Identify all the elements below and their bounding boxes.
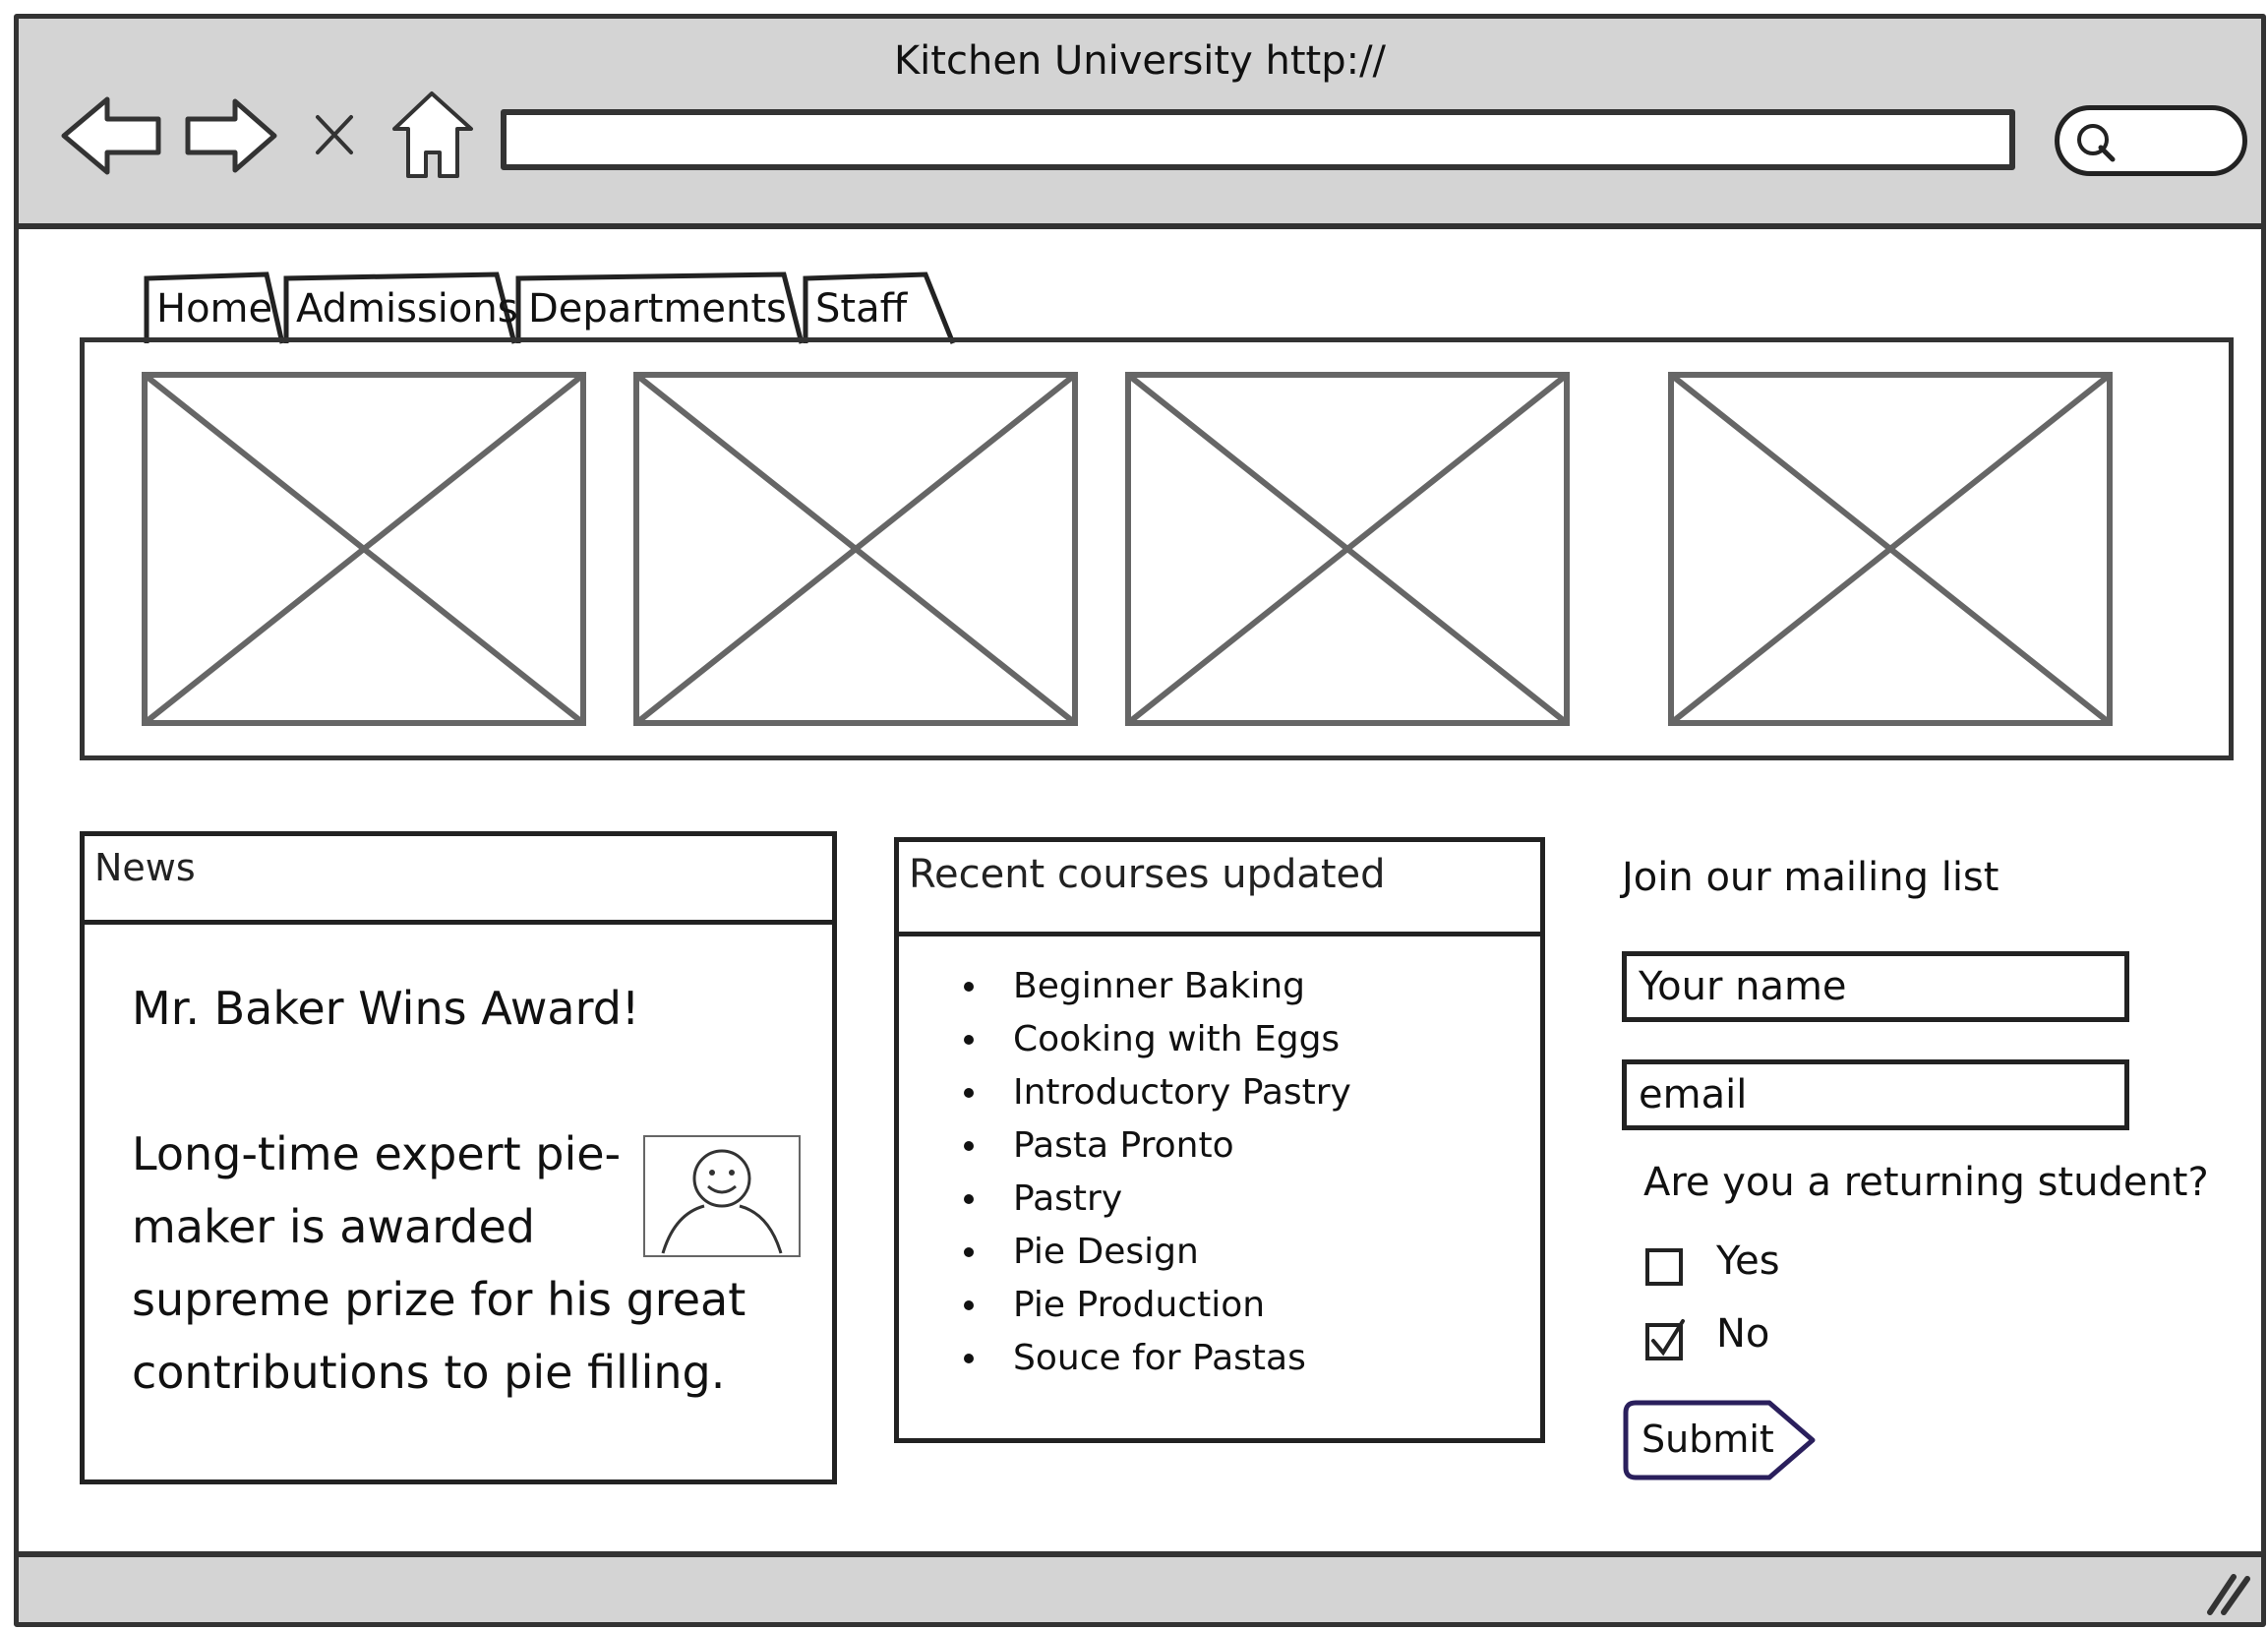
- image-placeholder: [142, 372, 586, 726]
- browser-window: Kitchen University http:// Home Admissio…: [14, 14, 2266, 1627]
- courses-panel: Recent courses updated Beginner Baking C…: [894, 837, 1545, 1443]
- home-icon[interactable]: [388, 88, 477, 186]
- returning-student-question: Are you a returning student?: [1643, 1160, 2209, 1205]
- back-arrow-icon[interactable]: [58, 93, 166, 182]
- course-item[interactable]: Pasta Pronto: [948, 1119, 1351, 1173]
- news-panel: News Mr. Baker Wins Award! Long-time exp…: [80, 831, 837, 1484]
- mailing-list-form: Join our mailing list Are you a returnin…: [1612, 841, 2241, 1490]
- image-banner: [80, 337, 2234, 760]
- forward-arrow-icon[interactable]: [182, 93, 280, 182]
- tab-home[interactable]: Home: [144, 261, 285, 345]
- window-title: Kitchen University http://: [893, 38, 1387, 84]
- avatar-icon: [643, 1135, 801, 1257]
- course-item[interactable]: Pie Design: [948, 1226, 1351, 1279]
- search-icon: [2077, 124, 2116, 162]
- course-item[interactable]: Pastry: [948, 1173, 1351, 1226]
- tab-label: Admissions: [296, 286, 518, 332]
- submit-button[interactable]: Submit: [1622, 1398, 1819, 1482]
- course-item[interactable]: Cooking with Eggs: [948, 1013, 1351, 1066]
- image-placeholder: [1125, 372, 1570, 726]
- option-label: No: [1716, 1311, 1770, 1357]
- image-placeholder: [633, 372, 1078, 726]
- mailing-title: Join our mailing list: [1622, 855, 1999, 900]
- course-item[interactable]: Souce for Pastas: [948, 1332, 1351, 1385]
- submit-label: Submit: [1641, 1418, 1774, 1461]
- courses-heading: Recent courses updated: [899, 842, 1540, 936]
- image-placeholder: [1668, 372, 2113, 726]
- tab-label: Home: [156, 286, 273, 332]
- course-item[interactable]: Beginner Baking: [948, 960, 1351, 1013]
- name-field[interactable]: [1622, 951, 2129, 1022]
- course-item[interactable]: Pie Production: [948, 1279, 1351, 1332]
- tab-label: Departments: [528, 286, 787, 332]
- status-bar: [19, 1551, 2261, 1622]
- checkbox-checked-icon[interactable]: [1643, 1317, 1687, 1360]
- news-heading: News: [85, 836, 832, 925]
- news-headline[interactable]: Mr. Baker Wins Award!: [132, 982, 639, 1035]
- checkbox-unchecked-icon[interactable]: [1643, 1244, 1687, 1288]
- course-item[interactable]: Introductory Pastry: [948, 1066, 1351, 1119]
- address-bar[interactable]: [501, 109, 2015, 170]
- email-field[interactable]: [1622, 1059, 2129, 1130]
- option-label: Yes: [1716, 1238, 1780, 1284]
- close-icon[interactable]: [310, 109, 359, 162]
- tab-departments[interactable]: Departments: [515, 261, 805, 345]
- course-list: Beginner Baking Cooking with Eggs Introd…: [948, 960, 1351, 1385]
- resize-grip-icon[interactable]: [2204, 1567, 2253, 1616]
- search-box[interactable]: [2055, 105, 2247, 176]
- tab-admissions[interactable]: Admissions: [283, 261, 518, 345]
- tab-staff[interactable]: Staff: [803, 261, 956, 345]
- news-body: Long-time expert pie-maker is awarded su…: [132, 1117, 801, 1409]
- browser-toolbar: Kitchen University http://: [19, 19, 2261, 229]
- tab-label: Staff: [815, 286, 908, 332]
